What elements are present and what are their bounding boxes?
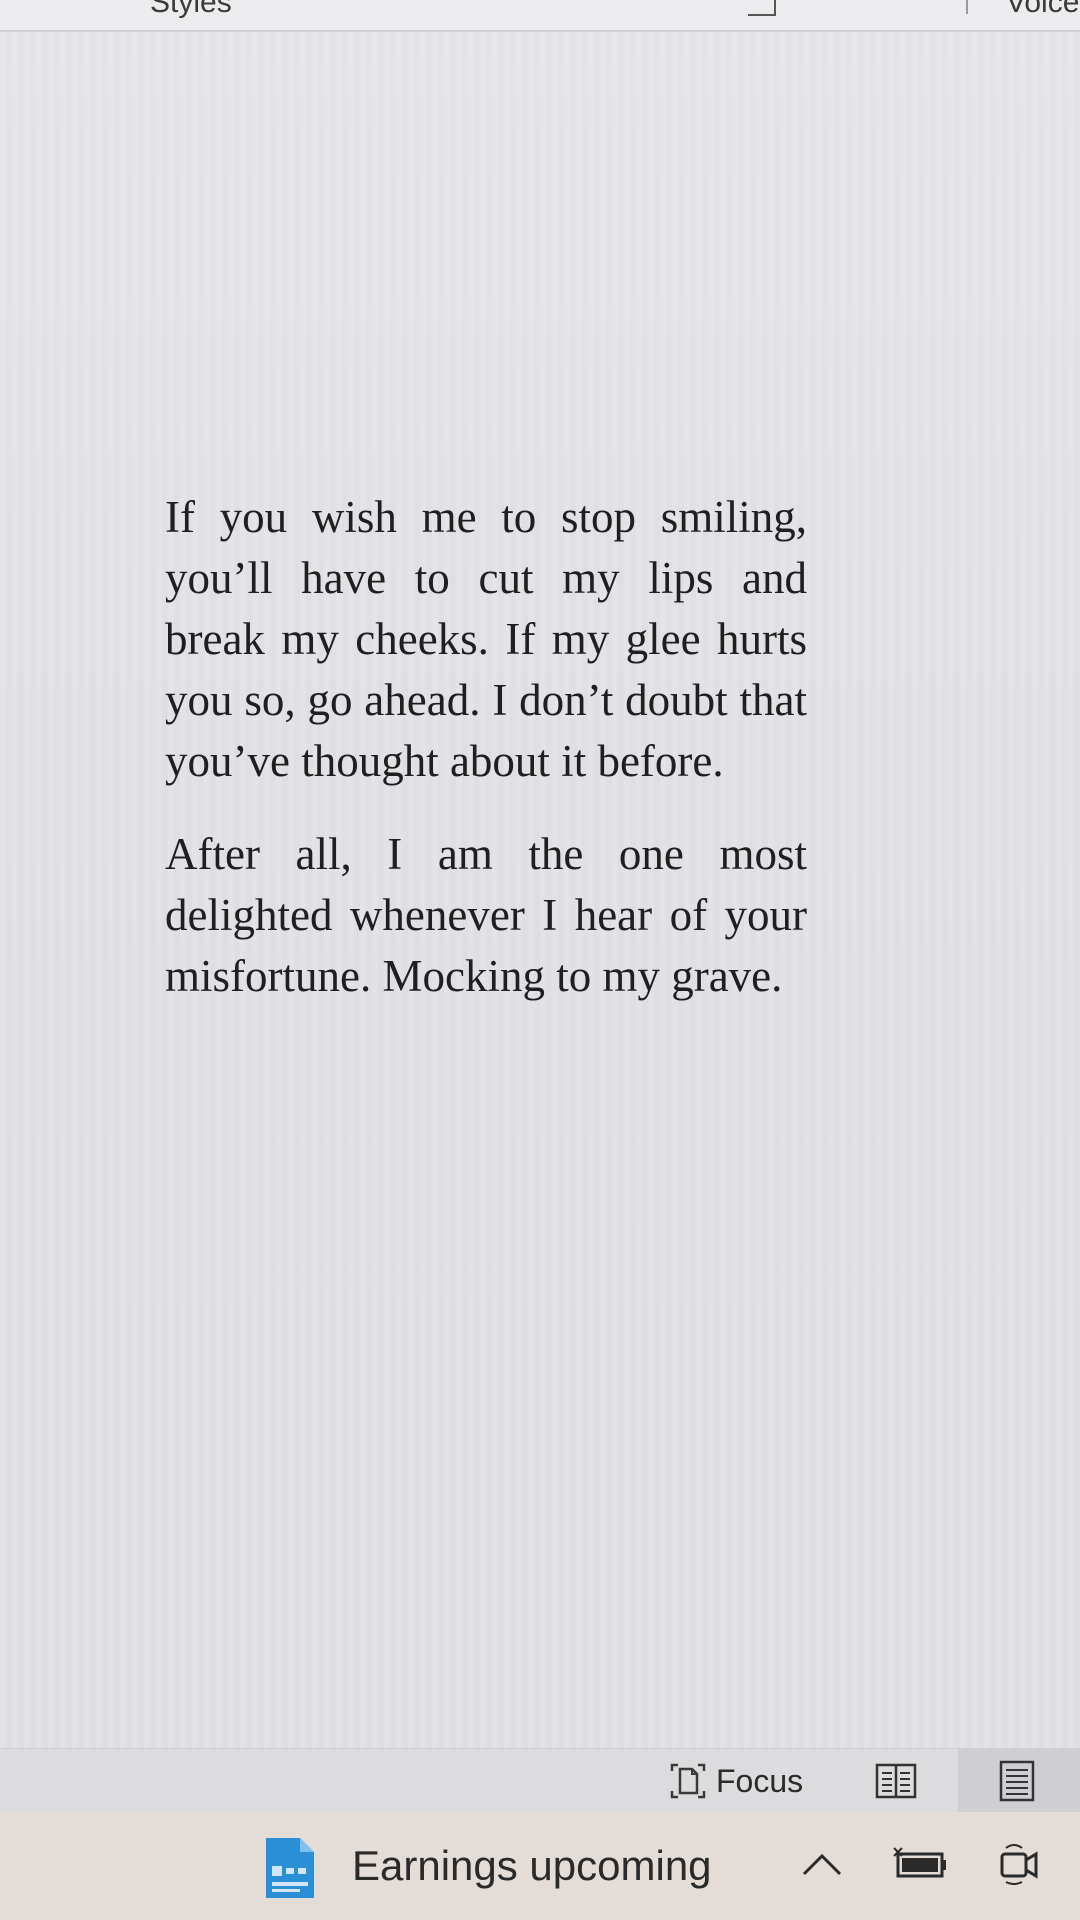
voice-group-label[interactable]: Voice <box>1006 0 1079 20</box>
read-mode-icon[interactable] <box>874 1759 918 1803</box>
battery-icon[interactable] <box>892 1846 948 1882</box>
styles-group-label[interactable]: Styles <box>150 0 232 20</box>
word-window: Styles Voice If you wish me to stop smil… <box>0 0 1080 1920</box>
news-widget-text[interactable]: Earnings upcoming <box>352 1842 712 1890</box>
focus-label: Focus <box>716 1762 804 1799</box>
paragraph-1[interactable]: If you wish me to stop smiling, you’ll h… <box>165 487 807 792</box>
status-bar: Focus <box>0 1748 1080 1813</box>
print-layout-icon <box>999 1760 1035 1802</box>
ribbon-divider <box>966 0 968 14</box>
meet-now-icon[interactable] <box>998 1842 1040 1886</box>
paragraph-2[interactable]: After all, I am the one most delighted w… <box>165 824 807 1007</box>
chevron-up-icon[interactable] <box>800 1850 844 1878</box>
styles-dialog-launcher-icon[interactable] <box>748 0 776 16</box>
focus-icon <box>670 1763 706 1799</box>
focus-button[interactable]: Focus <box>668 1759 803 1803</box>
print-layout-button[interactable] <box>958 1749 1080 1813</box>
news-widget-icon[interactable] <box>260 1836 320 1902</box>
taskbar: Earnings upcoming <box>0 1812 1080 1920</box>
document-canvas[interactable]: If you wish me to stop smiling, you’ll h… <box>0 32 1080 1748</box>
document-body[interactable]: If you wish me to stop smiling, you’ll h… <box>165 487 807 1039</box>
ribbon: Styles Voice <box>0 0 1080 32</box>
